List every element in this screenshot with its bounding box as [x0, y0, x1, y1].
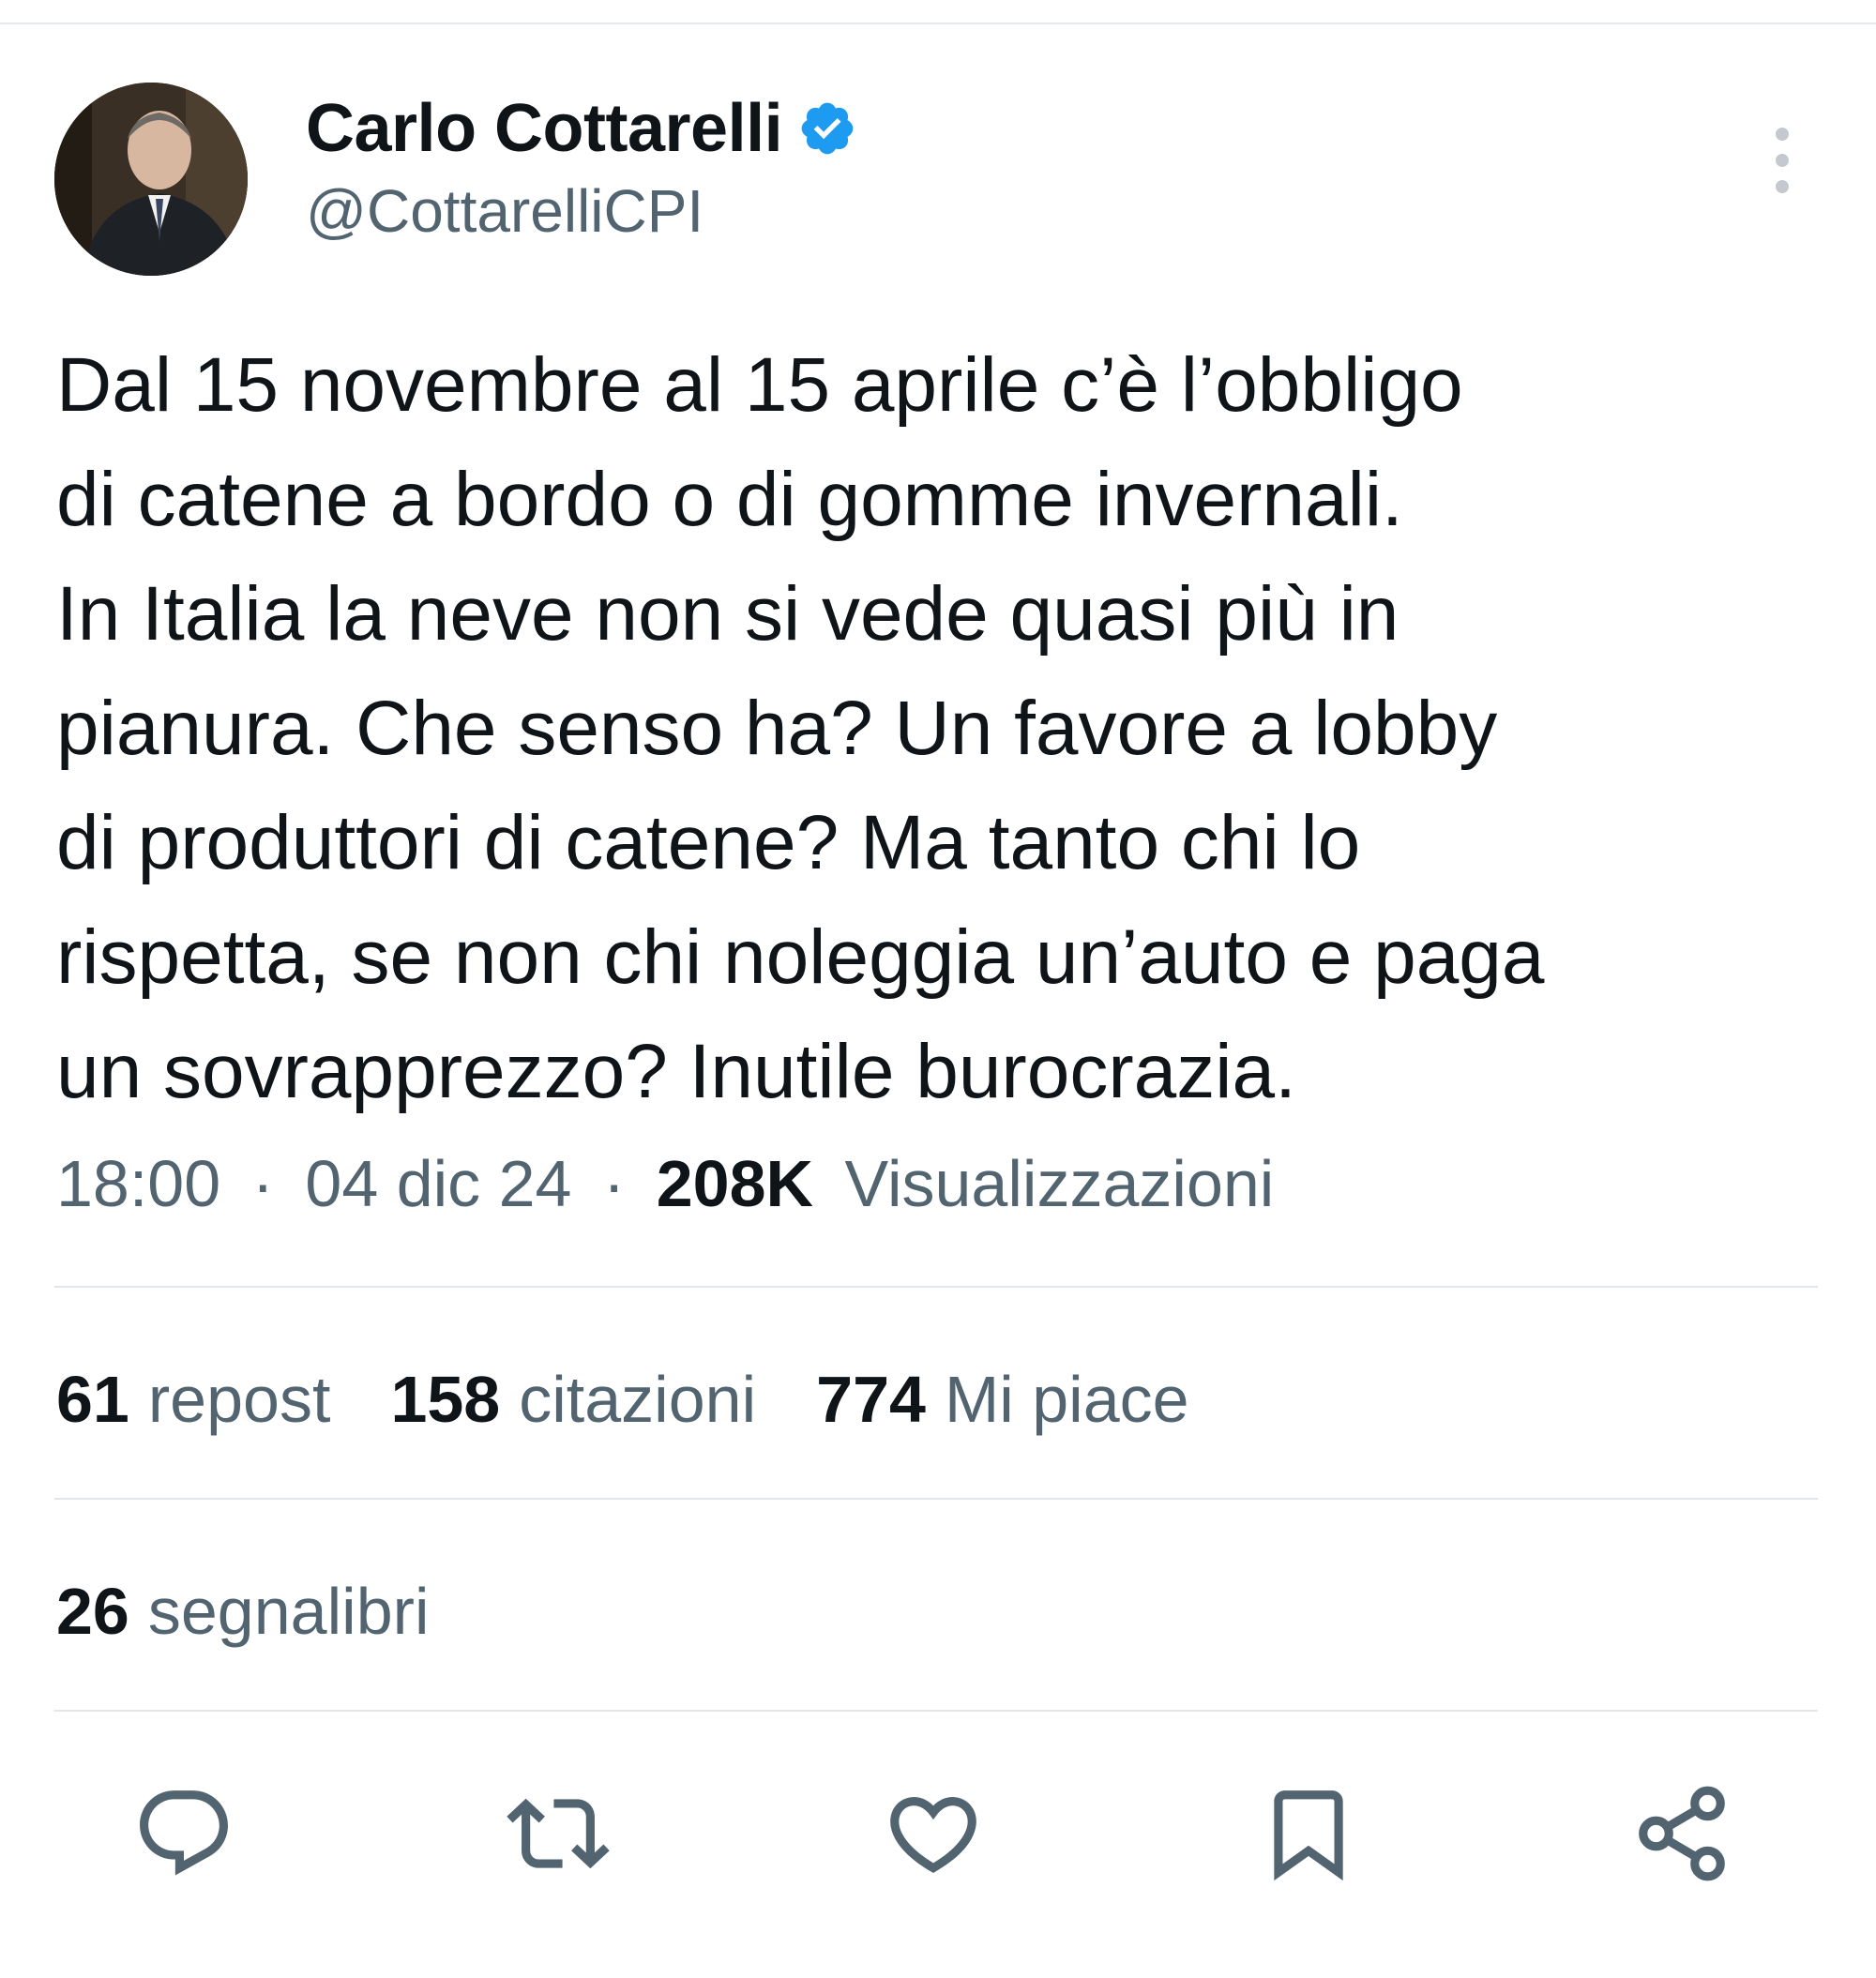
- repost-icon[interactable]: [507, 1782, 610, 1885]
- bookmarks-stat: 26 segnalibri: [56, 1574, 430, 1649]
- tweet-text: Dal 15 novembre al 15 aprile c’è l’obbli…: [56, 328, 1820, 1129]
- tweet-text-line: un sovrapprezzo? Inutile burocrazia.: [56, 1029, 1296, 1114]
- likes-label: Mi piace: [944, 1363, 1189, 1436]
- reposts-count: 61: [56, 1363, 129, 1436]
- tweet-text-line: di catene a bordo o di gomme invernali.: [56, 457, 1403, 542]
- author-block[interactable]: Carlo Cottarelli @CottarelliCPI: [306, 86, 857, 246]
- top-divider: [0, 23, 1876, 24]
- share-icon[interactable]: [1630, 1782, 1733, 1885]
- tweet-text-line: di produttori di catene? Ma tanto chi lo: [56, 800, 1361, 885]
- meta-separator: ·: [602, 1147, 626, 1220]
- tweet-date[interactable]: 04 dic 24: [305, 1147, 571, 1220]
- likes-count: 774: [816, 1363, 926, 1436]
- tweet-text-line: In Italia la neve non si vede quasi più …: [56, 571, 1399, 657]
- author-handle[interactable]: @CottarelliCPI: [306, 176, 857, 246]
- quotes-stat[interactable]: 158 citazioni: [390, 1362, 756, 1437]
- more-vertical-icon[interactable]: [1760, 124, 1805, 199]
- author-name[interactable]: Carlo Cottarelli: [306, 90, 783, 167]
- action-bar: [0, 1782, 1876, 1885]
- reposts-stat[interactable]: 61 repost: [56, 1362, 330, 1437]
- reposts-label: repost: [147, 1363, 331, 1436]
- name-row: Carlo Cottarelli: [306, 86, 857, 171]
- tweet-text-line: rispetta, se non chi noleggia un’auto e …: [56, 914, 1545, 1000]
- tweet-meta: 18:00 · 04 dic 24 · 208K Visualizzazioni: [56, 1146, 1274, 1221]
- likes-stat[interactable]: 774 Mi piace: [816, 1362, 1188, 1437]
- bookmarks-count: 26: [56, 1575, 129, 1648]
- heart-icon[interactable]: [882, 1782, 985, 1885]
- tweet-time[interactable]: 18:00: [56, 1147, 220, 1220]
- avatar[interactable]: [54, 83, 248, 276]
- verified-badge-icon: [797, 98, 857, 159]
- bookmark-icon[interactable]: [1257, 1782, 1360, 1885]
- tweet-text-line: pianura. Che senso ha? Un favore a lobby: [56, 686, 1498, 771]
- quotes-count: 158: [390, 1363, 501, 1436]
- divider: [54, 1498, 1818, 1500]
- divider: [54, 1710, 1818, 1712]
- meta-separator: ·: [251, 1147, 274, 1220]
- divider: [54, 1286, 1818, 1288]
- views-count: 208K: [656, 1147, 814, 1220]
- bookmarks-label: segnalibri: [147, 1575, 430, 1648]
- engagement-stats: 61 repost 158 citazioni 774 Mi piace: [56, 1362, 1249, 1437]
- tweet-text-line: Dal 15 novembre al 15 aprile c’è l’obbli…: [56, 342, 1463, 428]
- views-label: Visualizzazioni: [844, 1147, 1275, 1220]
- reply-icon[interactable]: [132, 1782, 235, 1885]
- quotes-label: citazioni: [519, 1363, 757, 1436]
